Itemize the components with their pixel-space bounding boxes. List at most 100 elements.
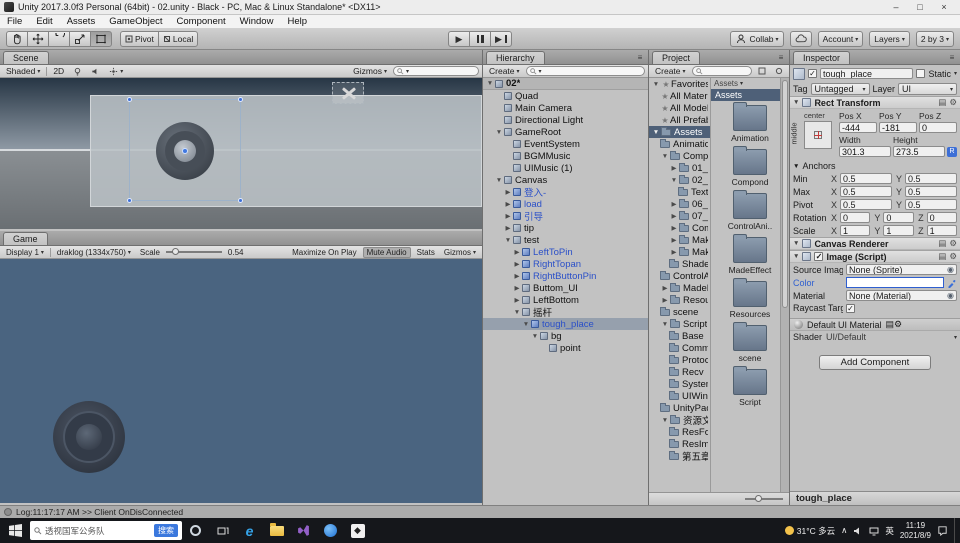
hierarchy-item[interactable]: ▼ test	[483, 234, 648, 246]
static-checkbox[interactable]	[916, 69, 926, 78]
asset-icon-item[interactable]: Animation	[711, 101, 789, 145]
foldout-arrow-icon[interactable]: ▶	[669, 212, 679, 220]
anchor-preset-widget[interactable]: center middle	[790, 111, 838, 155]
height-field[interactable]: 273.5	[893, 146, 945, 157]
hierarchy-item[interactable]: ▶ RightButtonPin	[483, 270, 648, 282]
menu-gameobject[interactable]: GameObject	[102, 15, 169, 29]
project-folder[interactable]: ▶ 01_Fore...	[649, 162, 710, 174]
foldout-arrow-icon[interactable]: ▼	[512, 309, 522, 316]
book-icon[interactable]: ▤	[938, 238, 946, 249]
selection-handle[interactable]	[238, 198, 243, 203]
rect-tool-button[interactable]	[90, 31, 112, 47]
min-x-field[interactable]: 0.5	[840, 173, 892, 184]
project-folder[interactable]: Recv	[649, 366, 710, 378]
foldout-arrow-icon[interactable]: ▼	[530, 333, 540, 340]
project-folder-selected[interactable]: ▼ Assets	[649, 126, 710, 138]
maximize-button[interactable]: □	[908, 0, 932, 15]
raycast-target-checkbox[interactable]: ✓	[846, 303, 855, 313]
hierarchy-item[interactable]: UIMusic (1)	[483, 162, 648, 174]
foldout-arrow-icon[interactable]: ▼	[793, 99, 799, 106]
display-dropdown[interactable]: Display 1 ▾	[3, 247, 47, 258]
project-folder[interactable]: ResImag...	[649, 438, 710, 450]
rotation-z-field[interactable]: 0	[926, 212, 957, 223]
raw-edit-button[interactable]: R	[947, 146, 957, 157]
project-folder[interactable]: ControlAni...	[649, 270, 710, 282]
favorite-item[interactable]: ★All Prefabs	[649, 114, 710, 126]
project-folder[interactable]: scene	[649, 306, 710, 318]
file-explorer-button[interactable]	[263, 518, 290, 543]
book-icon[interactable]: ▤	[886, 319, 895, 329]
hand-tool-button[interactable]	[6, 31, 28, 47]
project-folder[interactable]: ▶ MakeSc...	[649, 246, 710, 258]
anchor-preset-box[interactable]	[804, 121, 832, 149]
scene-lighting-toggle[interactable]	[70, 66, 85, 77]
icon-size-slider[interactable]	[745, 495, 783, 502]
project-folder[interactable]: Textu...	[649, 186, 710, 198]
collab-button[interactable]: Collab ▾	[730, 31, 784, 47]
pivot-x-field[interactable]: 0.5	[840, 199, 892, 210]
min-y-field[interactable]: 0.5	[905, 173, 957, 184]
step-button[interactable]: ▶	[490, 31, 512, 47]
scene-header-row[interactable]: ▼ 02*	[483, 78, 648, 90]
move-tool-button[interactable]	[27, 31, 49, 47]
pause-button[interactable]	[469, 31, 491, 47]
hierarchy-search-input[interactable]: ▾	[525, 66, 645, 76]
project-scrollbar[interactable]	[780, 78, 789, 492]
foldout-arrow-icon[interactable]: ▶	[512, 296, 522, 304]
hierarchy-item[interactable]: ▶ LeftBottom	[483, 294, 648, 306]
task-view-button[interactable]	[209, 518, 236, 543]
project-folder[interactable]: Animation	[649, 138, 710, 150]
cortana-button[interactable]	[182, 518, 209, 543]
menu-component[interactable]: Component	[170, 15, 233, 29]
foldout-arrow-icon[interactable]: ▶	[669, 224, 679, 232]
gear-icon[interactable]: ⚙	[894, 319, 902, 329]
pos-z-field[interactable]: 0	[919, 122, 957, 133]
foldout-arrow-icon[interactable]: ▼	[669, 177, 679, 184]
hierarchy-item[interactable]: ▼ bg	[483, 330, 648, 342]
scale-x-field[interactable]: 1	[840, 225, 871, 236]
foldout-arrow-icon[interactable]: ▼	[793, 240, 799, 247]
foldout-arrow-icon[interactable]: ▼	[660, 417, 670, 424]
rotation-x-field[interactable]: 0	[840, 212, 871, 223]
object-picker-icon[interactable]: ◉	[947, 265, 954, 274]
hierarchy-item[interactable]: ▼ 摇杆	[483, 306, 648, 318]
selection-handle[interactable]	[238, 97, 243, 102]
scale-slider[interactable]	[165, 248, 222, 255]
scrollbar-thumb[interactable]	[782, 80, 788, 308]
scene-search-input[interactable]: ▾	[393, 66, 479, 76]
gear-icon[interactable]: ⚙	[949, 238, 957, 249]
cloud-button[interactable]	[789, 31, 812, 47]
project-folder[interactable]: ▶ Commo...	[649, 222, 710, 234]
tab-scene[interactable]: Scene	[3, 51, 49, 64]
game-gizmos-dropdown[interactable]: Gizmos ▾	[441, 247, 479, 258]
hierarchy-item[interactable]: ▶ 登入-	[483, 186, 648, 198]
rotate-tool-button[interactable]	[48, 31, 70, 47]
play-button[interactable]: ▶	[448, 31, 470, 47]
object-name-field[interactable]: tough_place	[820, 68, 914, 79]
max-x-field[interactable]: 0.5	[840, 186, 892, 197]
foldout-arrow-icon[interactable]: ▶	[503, 224, 513, 232]
tab-game[interactable]: Game	[3, 232, 48, 245]
source-image-field[interactable]: None (Sprite) ◉	[846, 264, 957, 275]
visual-studio-button[interactable]	[290, 518, 317, 543]
hierarchy-item[interactable]: Main Camera	[483, 102, 648, 114]
tab-hierarchy[interactable]: Hierarchy	[486, 51, 545, 64]
asset-icon-item[interactable]: Script	[711, 365, 789, 409]
menu-assets[interactable]: Assets	[60, 15, 103, 29]
tray-expand-icon[interactable]: ∧	[841, 525, 847, 536]
taskbar-clock[interactable]: 11:19 2021/8/9	[900, 521, 931, 541]
favorite-item[interactable]: ★All Models	[649, 102, 710, 114]
browser-button[interactable]	[317, 518, 344, 543]
show-desktop-button[interactable]	[954, 518, 958, 543]
taskbar-search-box[interactable]: 透视国军公务队 搜索	[30, 521, 182, 540]
eyedropper-icon[interactable]	[947, 278, 957, 288]
anchors-foldout[interactable]: ▼ Anchors	[790, 160, 960, 172]
shader-dropdown-icon[interactable]: ▾	[954, 334, 957, 341]
image-component-header[interactable]: ▼ ✓ Image (Script) ▤ ⚙	[790, 250, 960, 263]
project-folder[interactable]: ▶ Resources	[649, 294, 710, 306]
foldout-arrow-icon[interactable]: ▶	[660, 284, 670, 292]
menu-help[interactable]: Help	[280, 15, 314, 29]
foldout-arrow-icon[interactable]: ▶	[512, 284, 522, 292]
project-folder[interactable]: Commo...	[649, 342, 710, 354]
pos-x-field[interactable]: -444	[839, 122, 877, 133]
